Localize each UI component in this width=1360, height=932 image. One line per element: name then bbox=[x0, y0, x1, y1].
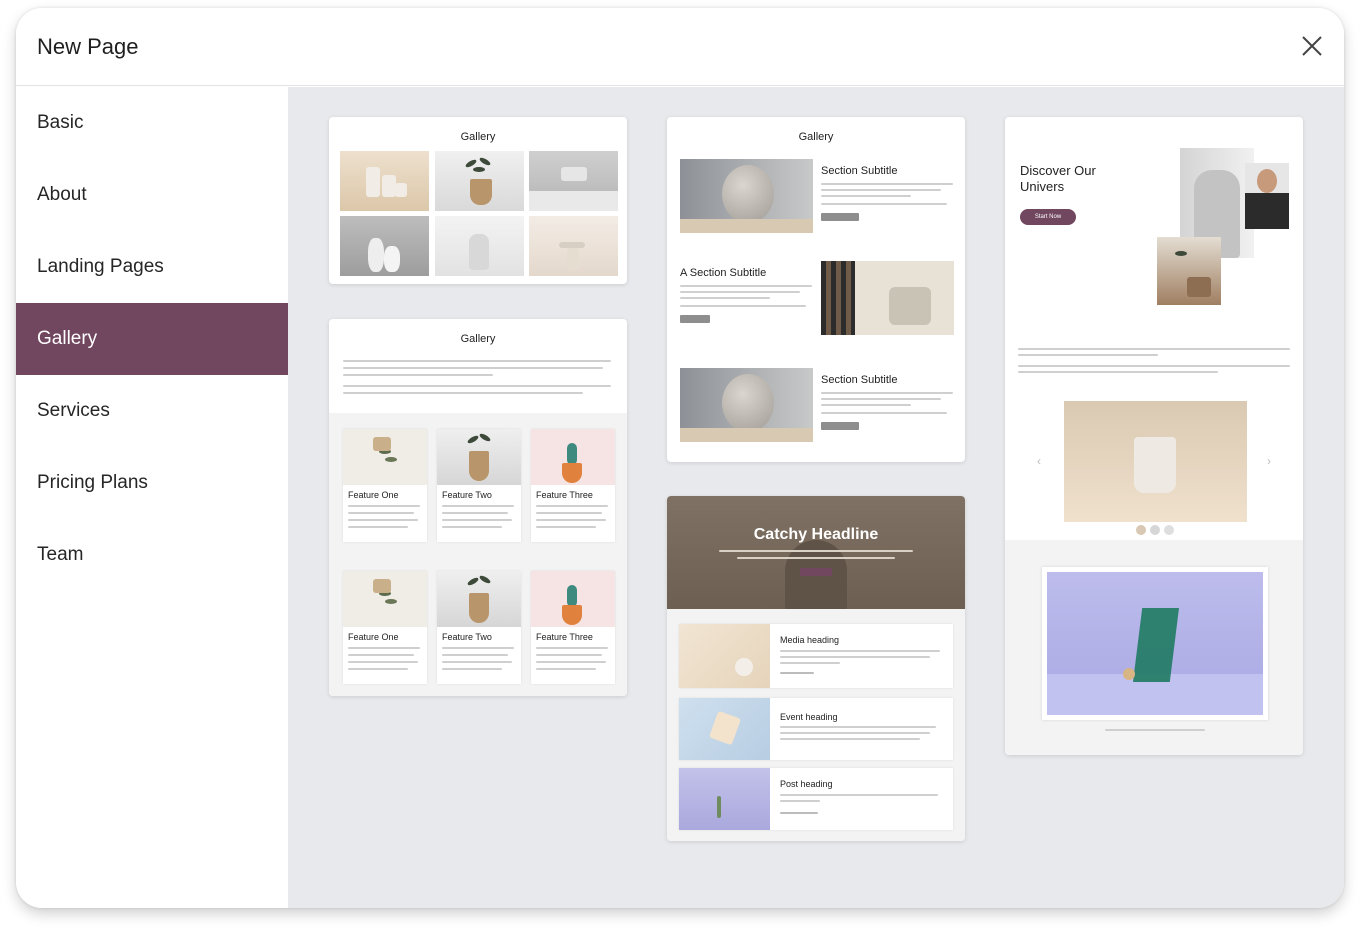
carousel-image bbox=[1064, 401, 1247, 522]
template-canvas: Gallery Gallery Feature One Feature Two … bbox=[288, 87, 1344, 908]
feature-card: Feature One bbox=[343, 429, 427, 542]
template-gallery-sections[interactable]: Gallery Section Subtitle A Section Subti… bbox=[667, 117, 965, 462]
media-item: Media heading bbox=[679, 624, 953, 688]
gallery-image bbox=[529, 151, 618, 211]
nav-item-about[interactable]: About bbox=[16, 159, 288, 231]
hero-headline: Catchy Headline bbox=[753, 526, 879, 543]
caption-image bbox=[1047, 572, 1263, 715]
new-page-dialog: New Page Basic About Landing Pages Galle… bbox=[16, 8, 1344, 908]
close-icon[interactable] bbox=[1300, 34, 1324, 58]
post-item: Post heading bbox=[679, 768, 953, 830]
hero-banner bbox=[667, 496, 965, 609]
carousel-thumb bbox=[1136, 525, 1146, 535]
section-image bbox=[680, 368, 813, 442]
nav-item-services[interactable]: Services bbox=[16, 375, 288, 447]
dialog-header: New Page bbox=[16, 8, 1344, 86]
nav-item-gallery[interactable]: Gallery bbox=[16, 303, 288, 375]
section-subtitle: Section Subtitle bbox=[821, 374, 898, 386]
section-subtitle: A Section Subtitle bbox=[680, 267, 767, 279]
discover-headline: Discover Our Univers bbox=[1020, 163, 1096, 194]
room-image bbox=[1157, 237, 1221, 305]
template-title: Gallery bbox=[460, 131, 496, 143]
template-title: Gallery bbox=[460, 333, 496, 345]
section-image bbox=[680, 159, 813, 233]
gallery-image bbox=[340, 216, 429, 276]
feature-card: Feature Two bbox=[437, 429, 521, 542]
feature-card: Feature One bbox=[343, 571, 427, 684]
nav-item-landing-pages[interactable]: Landing Pages bbox=[16, 231, 288, 303]
carousel-thumb bbox=[1150, 525, 1160, 535]
template-discover-univers[interactable]: Discover Our Univers Start Now ‹ › bbox=[1005, 117, 1303, 755]
category-sidebar: Basic About Landing Pages Gallery Servic… bbox=[16, 87, 288, 908]
start-now-button: Start Now bbox=[1020, 209, 1076, 225]
portrait-image bbox=[1245, 163, 1289, 229]
gallery-image bbox=[435, 151, 524, 211]
nav-item-team[interactable]: Team bbox=[16, 519, 288, 591]
template-title: Gallery bbox=[798, 131, 834, 143]
contact-us-button bbox=[800, 568, 832, 576]
section-image bbox=[821, 261, 954, 335]
gallery-image bbox=[340, 151, 429, 211]
carousel-next-icon: › bbox=[1267, 454, 1271, 468]
event-item: Event heading bbox=[679, 698, 953, 760]
template-gallery-grid[interactable]: Gallery bbox=[329, 117, 627, 284]
feature-card: Feature Three bbox=[531, 571, 615, 684]
template-catchy-headline[interactable]: Catchy Headline Media heading Event head… bbox=[667, 496, 965, 841]
section-subtitle: Section Subtitle bbox=[821, 165, 898, 177]
gallery-image bbox=[529, 216, 618, 276]
feature-card: Feature Three bbox=[531, 429, 615, 542]
feature-card: Feature Two bbox=[437, 571, 521, 684]
carousel-thumb bbox=[1164, 525, 1174, 535]
nav-item-pricing-plans[interactable]: Pricing Plans bbox=[16, 447, 288, 519]
carousel-prev-icon: ‹ bbox=[1037, 454, 1041, 468]
dialog-title: New Page bbox=[37, 34, 139, 59]
gallery-image bbox=[435, 216, 524, 276]
nav-item-basic[interactable]: Basic bbox=[16, 87, 288, 159]
template-gallery-features[interactable]: Gallery Feature One Feature Two Feature … bbox=[329, 319, 627, 696]
